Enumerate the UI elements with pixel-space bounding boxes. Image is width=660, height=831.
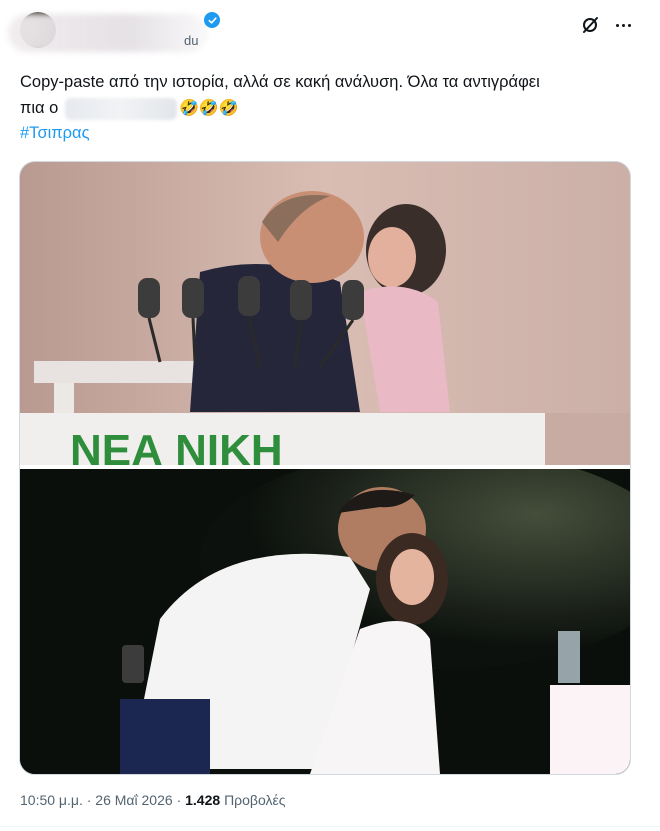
author-name-blurred[interactable] bbox=[8, 14, 208, 52]
tweet-meta: 10:50 μ.μ. · 26 Μαΐ 2026 · 1.428 Προβολέ… bbox=[20, 792, 285, 808]
podium-banner-text: ΝΕΑ ΝΙΚΗ bbox=[70, 426, 283, 465]
mention-blurred[interactable] bbox=[64, 97, 177, 120]
bottom-photo[interactable] bbox=[20, 469, 630, 774]
verified-badge-icon bbox=[204, 12, 220, 28]
tweet-time[interactable]: 10:50 μ.μ. bbox=[20, 792, 83, 808]
hashtag-link[interactable]: #Τσιπρας bbox=[20, 124, 90, 142]
meta-separator-2: · bbox=[176, 792, 182, 808]
views-count: 1.428 bbox=[185, 792, 221, 808]
tweet-text-line1: Copy-paste από την ιστορία, αλλά σε κακή… bbox=[20, 73, 540, 91]
tweet-card: du Copy-paste από την ιστορία, αλλά σε κ… bbox=[0, 0, 660, 831]
views-label: Προβολές bbox=[224, 792, 286, 808]
grok-icon[interactable] bbox=[580, 14, 602, 36]
more-icon[interactable] bbox=[612, 14, 634, 36]
author-handle[interactable]: du bbox=[184, 33, 198, 48]
laughing-emoji: 🤣🤣🤣 bbox=[178, 98, 239, 117]
tweet-date[interactable]: 26 Μαΐ 2026 bbox=[95, 792, 172, 808]
tweet-text: Copy-paste από την ιστορία, αλλά σε κακή… bbox=[20, 70, 640, 146]
divider bbox=[0, 826, 660, 827]
tweet-text-line2-prefix: πια ο bbox=[20, 99, 59, 117]
media-container[interactable]: ΝΕΑ ΝΙΚΗ bbox=[19, 161, 631, 775]
meta-separator: · bbox=[86, 792, 92, 808]
top-photo[interactable]: ΝΕΑ ΝΙΚΗ bbox=[20, 162, 630, 465]
